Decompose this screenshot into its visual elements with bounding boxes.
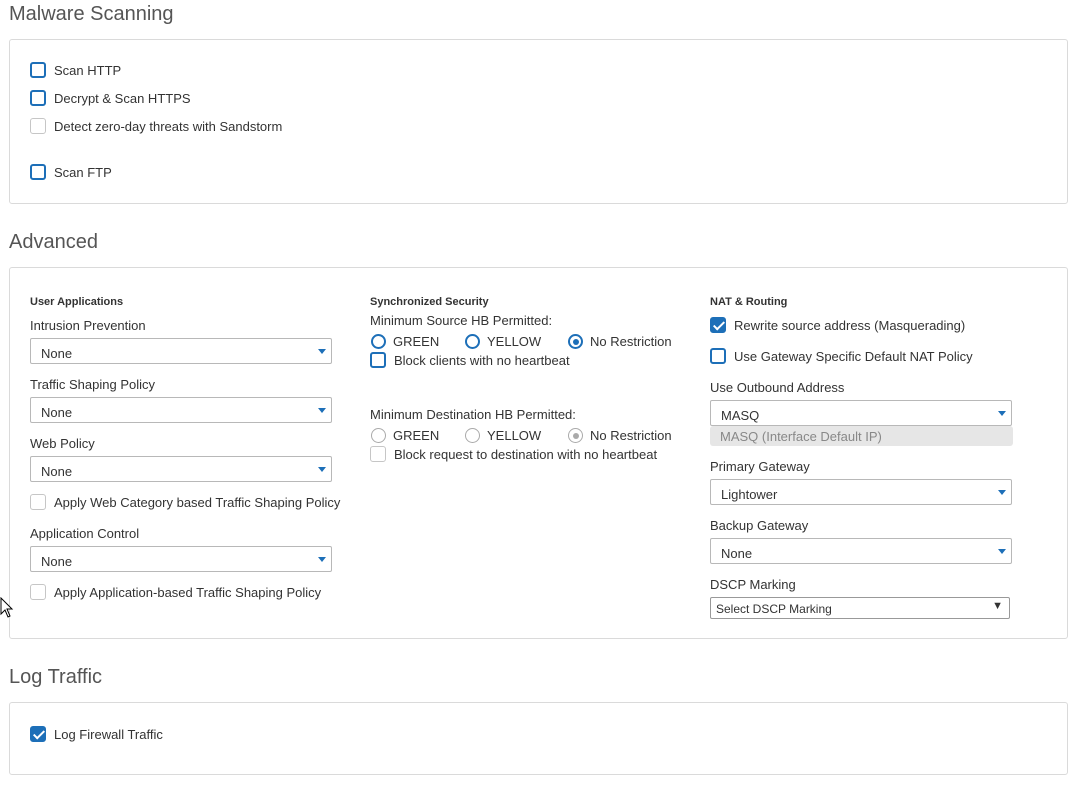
- backup-gateway-label: Backup Gateway: [710, 518, 809, 533]
- block-clients-label: Block clients with no heartbeat: [394, 352, 570, 368]
- source-no-restriction-label: No Restriction: [590, 334, 672, 349]
- chevron-down-icon: [998, 490, 1006, 495]
- dest-no-restriction-radio-icon: [568, 428, 583, 443]
- source-no-restriction-radio-icon[interactable]: [568, 334, 583, 349]
- sandstorm-option: Detect zero-day threats with Sandstorm: [30, 118, 282, 134]
- scan-ftp-label: Scan FTP: [54, 164, 112, 180]
- min-source-hb-label: Minimum Source HB Permitted:: [370, 313, 553, 328]
- dest-radio-no-restriction: No Restriction: [568, 428, 672, 443]
- outbound-address-label: Use Outbound Address: [710, 380, 845, 395]
- backup-gateway-select[interactable]: None: [710, 538, 1012, 564]
- malware-scanning-panel: Scan HTTP Decrypt & Scan HTTPS Detect ze…: [9, 39, 1068, 204]
- web-policy-value: None: [41, 464, 73, 479]
- traffic-shaping-value: None: [41, 405, 73, 420]
- dscp-marking-value: Select DSCP Marking: [716, 602, 832, 616]
- web-policy-label: Web Policy: [30, 436, 95, 451]
- chevron-down-icon: [998, 549, 1006, 554]
- gateway-nat-option[interactable]: Use Gateway Specific Default NAT Policy: [710, 348, 973, 364]
- web-policy-select[interactable]: None: [30, 456, 332, 482]
- app-shaping-option: Apply Application-based Traffic Shaping …: [30, 584, 321, 600]
- dest-yellow-label: YELLOW: [487, 428, 542, 443]
- dest-radio-green: GREEN: [371, 428, 439, 443]
- block-request-label: Block request to destination with no hea…: [394, 446, 658, 462]
- log-firewall-label: Log Firewall Traffic: [54, 726, 163, 742]
- dest-radio-yellow: YELLOW: [465, 428, 541, 443]
- sandstorm-checkbox: [30, 118, 46, 134]
- malware-scanning-title: Malware Scanning: [9, 3, 174, 25]
- user-applications-heading: User Applications: [30, 296, 124, 308]
- traffic-shaping-label: Traffic Shaping Policy: [30, 377, 156, 392]
- dest-green-label: GREEN: [393, 428, 440, 443]
- web-category-shaping-label: Apply Web Category based Traffic Shaping…: [54, 494, 341, 510]
- block-request-option: Block request to destination with no hea…: [370, 446, 657, 462]
- chevron-down-icon: [318, 408, 326, 413]
- dest-no-restriction-label: No Restriction: [590, 428, 672, 443]
- source-yellow-radio-icon[interactable]: [465, 334, 480, 349]
- outbound-address-value: MASQ: [721, 408, 760, 423]
- scan-https-checkbox[interactable]: [30, 90, 46, 106]
- source-yellow-label: YELLOW: [487, 334, 542, 349]
- chevron-down-icon: [318, 349, 326, 354]
- log-traffic-panel: Log Firewall Traffic: [9, 702, 1068, 775]
- intrusion-prevention-value: None: [41, 346, 73, 361]
- web-category-shaping-checkbox: [30, 494, 46, 510]
- source-green-label: GREEN: [393, 334, 440, 349]
- block-clients-checkbox[interactable]: [370, 352, 386, 368]
- chevron-down-icon: [318, 557, 326, 562]
- scan-https-label: Decrypt & Scan HTTPS: [54, 90, 191, 106]
- application-control-select[interactable]: None: [30, 546, 332, 572]
- scan-http-option[interactable]: Scan HTTP: [30, 62, 121, 78]
- rewrite-source-label: Rewrite source address (Masquerading): [734, 317, 966, 333]
- block-clients-option[interactable]: Block clients with no heartbeat: [370, 352, 570, 368]
- scan-ftp-checkbox[interactable]: [30, 164, 46, 180]
- app-shaping-label: Apply Application-based Traffic Shaping …: [54, 584, 322, 600]
- synchronized-security-heading: Synchronized Security: [370, 296, 489, 308]
- primary-gateway-label: Primary Gateway: [710, 459, 810, 474]
- chevron-down-icon: [998, 411, 1006, 416]
- mouse-pointer-icon: [0, 597, 14, 618]
- dest-green-radio-icon: [371, 428, 386, 443]
- intrusion-prevention-label: Intrusion Prevention: [30, 318, 146, 333]
- rewrite-source-option[interactable]: Rewrite source address (Masquerading): [710, 317, 965, 333]
- log-traffic-title: Log Traffic: [9, 666, 103, 688]
- advanced-panel: User Applications Intrusion Prevention N…: [9, 267, 1068, 639]
- web-category-shaping-option: Apply Web Category based Traffic Shaping…: [30, 494, 340, 510]
- primary-gateway-select[interactable]: Lightower: [710, 479, 1012, 505]
- source-radio-yellow[interactable]: YELLOW: [465, 334, 541, 349]
- outbound-address-select[interactable]: MASQ: [710, 400, 1012, 426]
- block-request-checkbox: [370, 446, 386, 462]
- gateway-nat-label: Use Gateway Specific Default NAT Policy: [734, 348, 973, 364]
- scan-http-label: Scan HTTP: [54, 62, 122, 78]
- application-control-label: Application Control: [30, 526, 140, 541]
- application-control-value: None: [41, 554, 73, 569]
- intrusion-prevention-select[interactable]: None: [30, 338, 332, 364]
- sandstorm-label: Detect zero-day threats with Sandstorm: [54, 118, 283, 134]
- scan-http-checkbox[interactable]: [30, 62, 46, 78]
- outbound-address-hint: MASQ (Interface Default IP): [710, 426, 1013, 446]
- dscp-marking-select[interactable]: Select DSCP Marking ▼: [710, 597, 1010, 619]
- chevron-down-icon: [318, 467, 326, 472]
- log-firewall-option[interactable]: Log Firewall Traffic: [30, 726, 163, 742]
- nat-routing-heading: NAT & Routing: [710, 296, 788, 308]
- source-radio-green[interactable]: GREEN: [371, 334, 439, 349]
- gateway-nat-checkbox[interactable]: [710, 348, 726, 364]
- scan-ftp-option[interactable]: Scan FTP: [30, 164, 112, 180]
- dest-yellow-radio-icon: [465, 428, 480, 443]
- source-radio-no-restriction[interactable]: No Restriction: [568, 334, 672, 349]
- scan-https-option[interactable]: Decrypt & Scan HTTPS: [30, 90, 191, 106]
- rewrite-source-checkbox[interactable]: [710, 317, 726, 333]
- traffic-shaping-select[interactable]: None: [30, 397, 332, 423]
- min-dest-hb-label: Minimum Destination HB Permitted:: [370, 407, 576, 422]
- app-shaping-checkbox: [30, 584, 46, 600]
- advanced-title: Advanced: [9, 231, 98, 253]
- source-green-radio-icon[interactable]: [371, 334, 386, 349]
- dscp-marking-label: DSCP Marking: [710, 577, 796, 592]
- log-firewall-checkbox[interactable]: [30, 726, 46, 742]
- backup-gateway-value: None: [721, 546, 753, 561]
- caret-down-icon: ▼: [992, 600, 1003, 612]
- primary-gateway-value: Lightower: [721, 487, 778, 502]
